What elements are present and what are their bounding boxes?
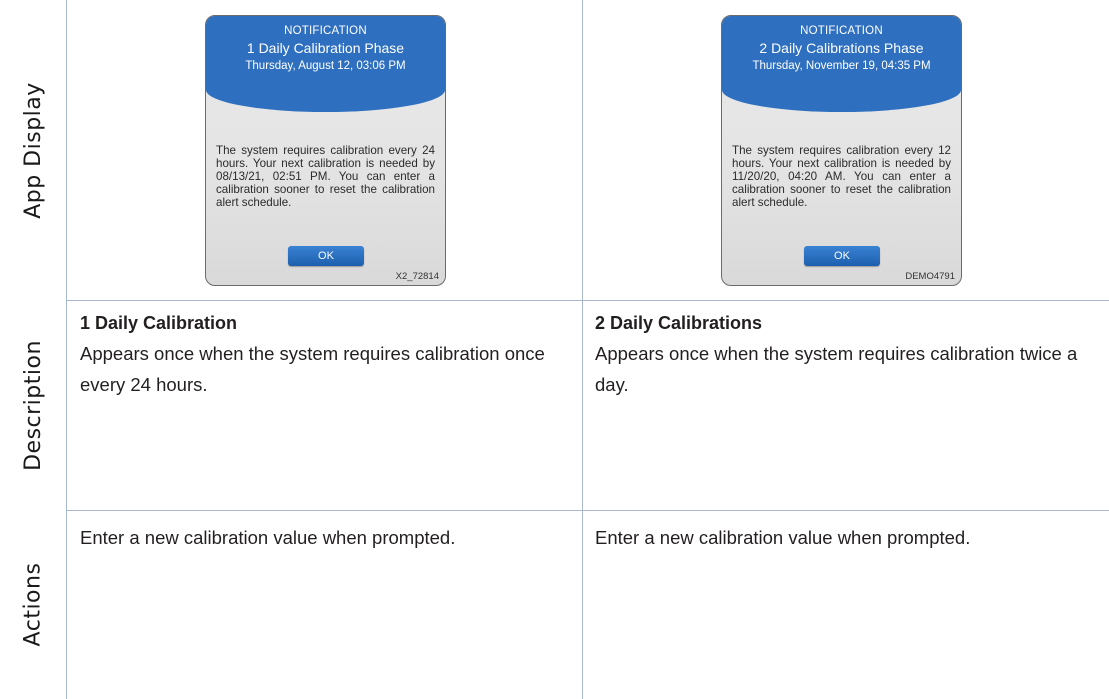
notification-label: NOTIFICATION: [800, 25, 883, 37]
divider: [66, 0, 67, 699]
notification-header: NOTIFICATION 2 Daily Calibrations Phase …: [722, 16, 961, 112]
ok-button[interactable]: OK: [288, 246, 364, 266]
image-id: DEMO4791: [905, 271, 955, 282]
divider: [66, 510, 1109, 511]
divider: [66, 300, 1109, 301]
actions-cell-1: Enter a new calibration value when promp…: [80, 522, 570, 553]
notification-body: The system requires calibration every 24…: [216, 144, 435, 209]
action-text: Enter a new calibration value when promp…: [80, 527, 456, 548]
row-label-actions: Actions: [0, 510, 66, 699]
description-text: Appears once when the system requires ca…: [595, 343, 1078, 395]
notification-screen-1: NOTIFICATION 1 Daily Calibration Phase T…: [205, 15, 446, 286]
description-title: 1 Daily Calibration: [80, 313, 238, 333]
divider: [582, 0, 583, 699]
notification-header: NOTIFICATION 1 Daily Calibration Phase T…: [206, 16, 445, 112]
row-label-text: App Display: [20, 81, 46, 219]
description-cell-2: 2 Daily Calibrations Appears once when t…: [595, 313, 1095, 400]
table-grid: App Display Description Actions NOTIFICA…: [0, 0, 1109, 699]
row-label-text: Actions: [20, 562, 46, 647]
notification-date: Thursday, August 12, 03:06 PM: [245, 60, 406, 72]
notification-title: 1 Daily Calibration Phase: [246, 40, 405, 56]
actions-cell-2: Enter a new calibration value when promp…: [595, 522, 1095, 553]
row-label-text: Description: [20, 339, 46, 471]
notification-title: 2 Daily Calibrations Phase: [759, 40, 924, 56]
row-label-description: Description: [0, 300, 66, 510]
description-cell-1: 1 Daily Calibration Appears once when th…: [80, 313, 570, 400]
description-title: 2 Daily Calibrations: [595, 313, 763, 333]
image-id: X2_72814: [395, 271, 439, 282]
row-label-app-display: App Display: [0, 0, 66, 300]
description-text: Appears once when the system requires ca…: [80, 343, 545, 395]
notification-body: The system requires calibration every 12…: [732, 144, 951, 209]
notification-label: NOTIFICATION: [284, 25, 367, 37]
notification-screen-2: NOTIFICATION 2 Daily Calibrations Phase …: [721, 15, 962, 286]
notification-date: Thursday, November 19, 04:35 PM: [752, 60, 931, 72]
action-text: Enter a new calibration value when promp…: [595, 527, 971, 548]
ok-button[interactable]: OK: [804, 246, 880, 266]
